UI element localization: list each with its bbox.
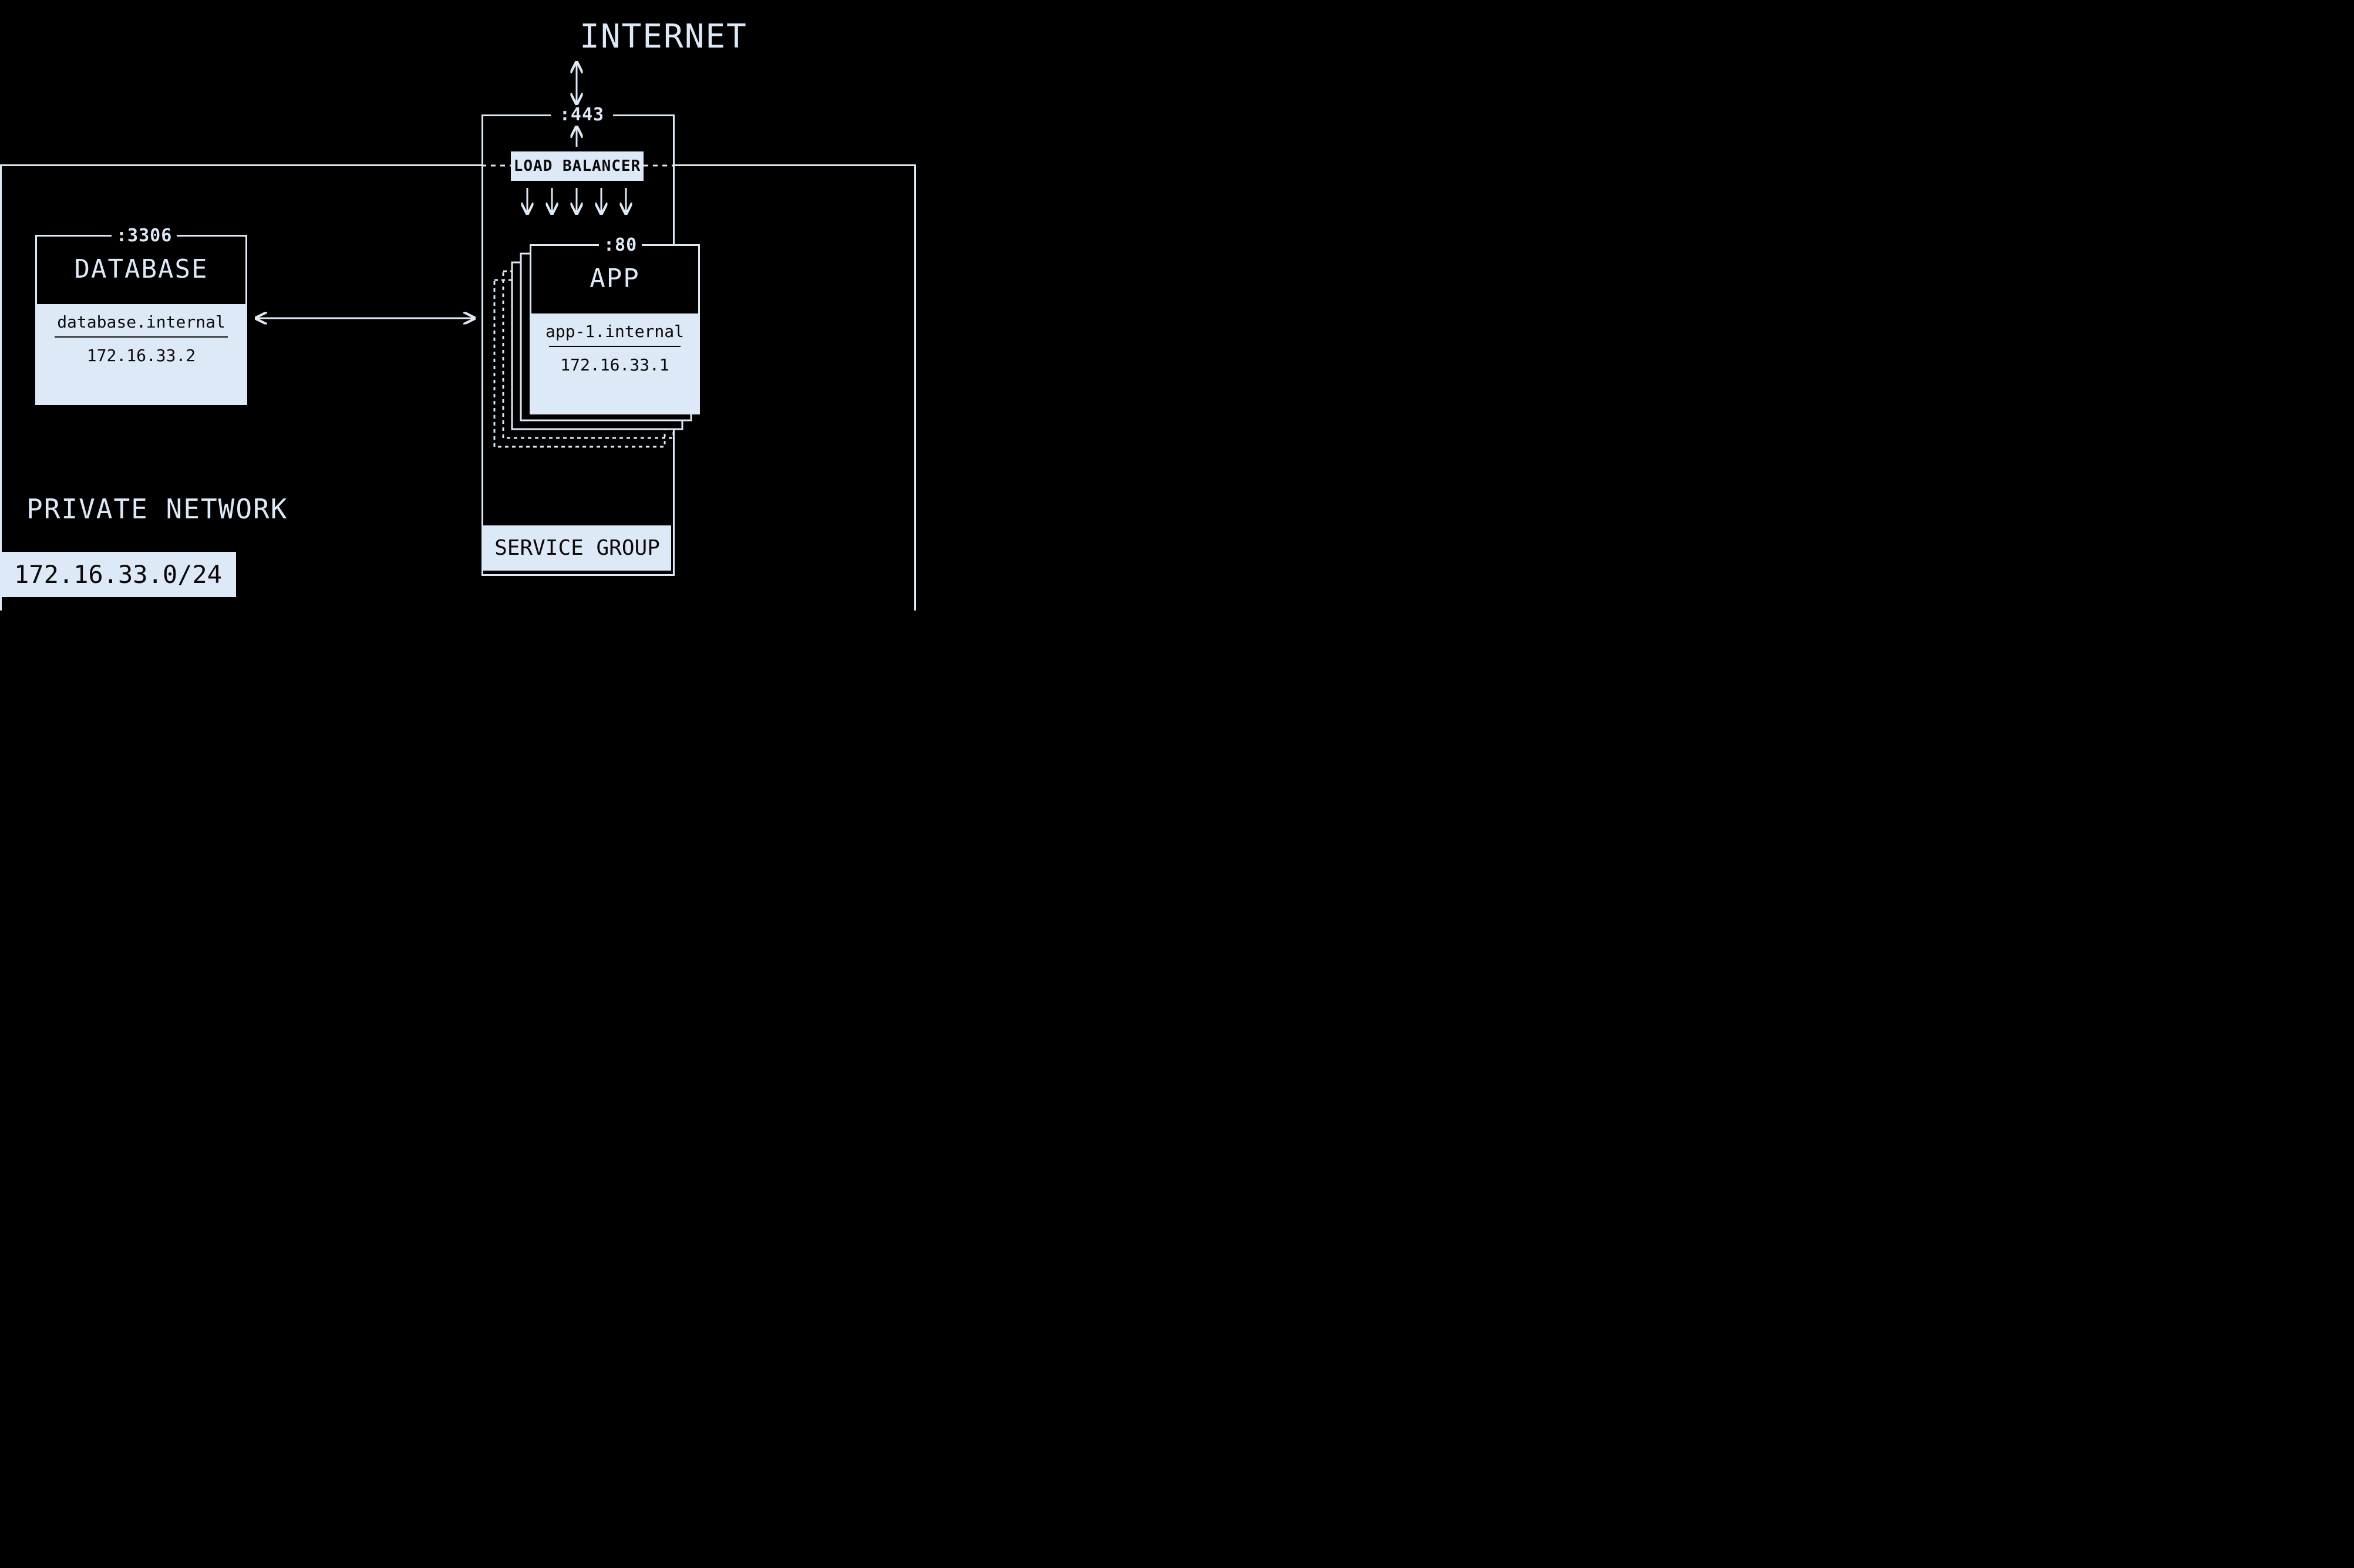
private-network-right-border [914,164,916,611]
private-network-cidr: 172.16.33.0/24 [0,552,236,597]
database-card: DATABASE database.internal 172.16.33.2 [35,235,247,405]
internet-label: INTERNET [546,18,781,56]
private-network-label: PRIVATE NETWORK [26,493,288,525]
database-title: DATABASE [37,254,245,284]
app-card: APP app-1.internal 172.16.33.1 [530,244,700,414]
private-network-top-left [0,164,481,166]
database-hostname: database.internal [37,312,245,332]
private-network-left-border [0,164,2,611]
service-group-label: SERVICE GROUP [483,525,671,571]
database-ip: 172.16.33.2 [37,346,245,365]
app-info-panel: app-1.internal 172.16.33.1 [531,313,698,413]
service-group-port: :443 [551,104,613,125]
app-ip: 172.16.33.1 [531,355,698,375]
database-divider [55,336,228,338]
load-balancer-label: LOAD BALANCER [511,151,644,181]
private-network-top-right [673,164,916,166]
app-divider [549,346,681,347]
database-info-panel: database.internal 172.16.33.2 [37,304,245,403]
database-port: :3306 [112,225,177,246]
app-port: :80 [599,235,642,255]
app-hostname: app-1.internal [531,322,698,341]
app-title: APP [531,264,698,294]
